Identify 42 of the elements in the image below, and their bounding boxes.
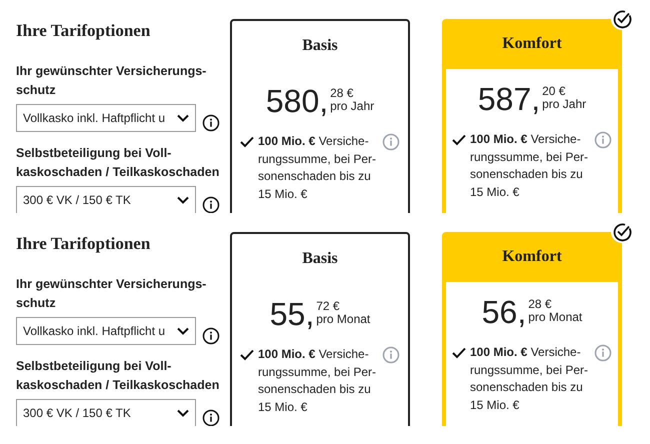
feature-text: 100 Mio. € Versiche- rungssumme, bei Per- sonenschaden bis zu 15 Mio. € — [258, 133, 378, 202]
feature-text: 100 Mio. € Versiche- rungssumme, bei Per- sonenschaden bis zu 15 Mio. € — [258, 346, 378, 416]
price-period: pro Monat — [316, 313, 370, 326]
price-cents: 28 € — [330, 87, 354, 100]
dropdown-field[interactable]: 300 € VK / 150 € TK — [16, 398, 196, 426]
price-period: pro Jahr — [542, 98, 586, 111]
price-period: pro Monat — [528, 311, 582, 324]
field-label: Ihr gewünschter Versicherungs- schutz — [16, 276, 208, 312]
info-icon[interactable] — [202, 326, 220, 344]
plan-name: Basis — [302, 249, 338, 269]
checkmark-icon — [240, 136, 254, 148]
dropdown-field[interactable]: 300 € VK / 150 € TK — [16, 186, 196, 213]
chevron-down-icon — [177, 196, 189, 204]
feature-text: 100 Mio. € Versiche- rungssumme, bei Per- sonenschaden bis zu 15 Mio. € — [470, 131, 590, 200]
price-cents: 28 € — [528, 298, 553, 311]
price-amount: 587, — [478, 83, 540, 115]
price-period: pro Jahr — [330, 100, 374, 113]
info-icon[interactable] — [202, 408, 220, 426]
checkmark-icon — [452, 134, 466, 146]
field-label: Selbstbeteiligung bei Voll- kaskoschaden / Teilkaskoschaden — [16, 144, 220, 180]
section-title: Ihre Tarifoptionen — [16, 20, 152, 42]
info-icon[interactable] — [202, 196, 220, 213]
price-amount: 55, — [270, 298, 314, 330]
dropdown-field[interactable]: Vollkasko inkl. Haftpflicht u — [16, 104, 196, 132]
chevron-down-icon — [177, 114, 189, 122]
chevron-down-icon — [177, 326, 189, 334]
price-amount: 56, — [482, 296, 526, 328]
section-title: Ihre Tarifoptionen — [16, 233, 152, 255]
price-amount: 580, — [266, 85, 328, 117]
info-icon[interactable] — [202, 114, 220, 132]
dropdown-field[interactable]: Vollkasko inkl. Haftpflicht u — [16, 316, 196, 344]
checkmark-icon — [452, 347, 466, 359]
plan-name: Komfort — [502, 247, 562, 267]
chevron-down-icon — [177, 408, 189, 416]
feature-text: 100 Mio. € Versiche- rungssumme, bei Per- sonenschaden bis zu 15 Mio. € — [470, 344, 590, 414]
price-cents: 72 € — [316, 300, 341, 313]
field-label: Selbstbeteiligung bei Voll- kaskoschaden / Teilkaskoschaden — [16, 358, 220, 394]
plan-name: Basis — [302, 36, 338, 56]
checkmark-icon — [240, 349, 254, 361]
plan-name: Komfort — [502, 34, 562, 54]
field-label: Ihr gewünschter Versicherungs- schutz — [16, 62, 208, 98]
price-cents: 20 € — [542, 85, 566, 98]
